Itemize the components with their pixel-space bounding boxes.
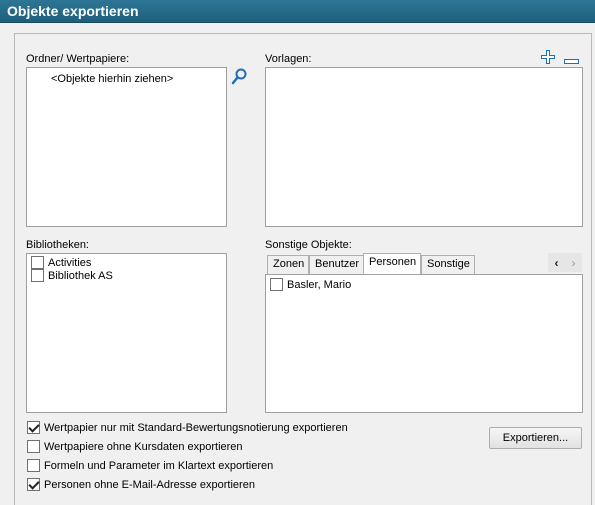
person-checkbox[interactable]	[270, 278, 283, 291]
persons-list[interactable]: Basler, Mario	[265, 274, 583, 413]
export-button[interactable]: Exportieren...	[489, 427, 582, 449]
folders-dropzone[interactable]: <Objekte hierhin ziehen>	[26, 67, 227, 227]
magnifier-icon[interactable]	[231, 68, 247, 86]
option-standard-valuation[interactable]: Wertpapier nur mit Standard-Bewertungsno…	[27, 421, 348, 434]
option-label: Formeln und Parameter im Klartext export…	[44, 459, 274, 472]
option-without-prices[interactable]: Wertpapiere ohne Kursdaten exportieren	[27, 440, 243, 453]
libraries-label: Bibliotheken:	[26, 239, 89, 251]
chevron-left-icon[interactable]: ‹	[555, 256, 559, 270]
other-objects-tabs: Zonen Benutzer Personen Sonstige ‹ ›	[266, 253, 582, 275]
option-checkbox[interactable]	[27, 421, 40, 434]
library-label: Activities	[48, 256, 92, 269]
libraries-list[interactable]: Activities Bibliothek AS	[26, 253, 227, 413]
dropzone-placeholder: <Objekte hierhin ziehen>	[51, 73, 174, 85]
option-formulas-cleartext[interactable]: Formeln und Parameter im Klartext export…	[27, 459, 273, 472]
option-label: Wertpapier nur mit Standard-Bewertungsno…	[44, 421, 348, 434]
tab-scroll-arrows: ‹ ›	[548, 253, 582, 272]
chevron-right-icon[interactable]: ›	[572, 256, 576, 270]
list-item[interactable]: Activities	[31, 256, 91, 269]
tab-sonstige[interactable]: Sonstige	[421, 255, 475, 274]
option-checkbox[interactable]	[27, 478, 40, 491]
list-item[interactable]: Bibliothek AS	[31, 269, 113, 282]
minus-icon[interactable]	[564, 55, 579, 64]
option-label: Personen ohne E-Mail-Adresse exportieren	[44, 478, 255, 491]
tab-benutzer[interactable]: Benutzer	[309, 255, 365, 274]
list-item[interactable]: Basler, Mario	[270, 278, 351, 291]
tab-zonen[interactable]: Zonen	[267, 255, 310, 274]
option-label: Wertpapiere ohne Kursdaten exportieren	[44, 440, 243, 453]
option-persons-no-email[interactable]: Personen ohne E-Mail-Adresse exportieren	[27, 478, 255, 491]
folders-label: Ordner/ Wertpapiere:	[26, 53, 130, 65]
library-label: Bibliothek AS	[48, 269, 113, 282]
templates-list[interactable]	[265, 67, 583, 227]
person-label: Basler, Mario	[287, 278, 352, 291]
templates-label: Vorlagen:	[265, 53, 312, 65]
plus-icon[interactable]	[541, 50, 555, 64]
option-checkbox[interactable]	[27, 440, 40, 453]
library-checkbox[interactable]	[31, 269, 44, 282]
option-checkbox[interactable]	[27, 459, 40, 472]
window-title: Objekte exportieren	[0, 0, 595, 23]
tab-personen[interactable]: Personen	[363, 253, 422, 274]
other-objects-label: Sonstige Objekte:	[265, 239, 352, 251]
library-checkbox[interactable]	[31, 256, 44, 269]
